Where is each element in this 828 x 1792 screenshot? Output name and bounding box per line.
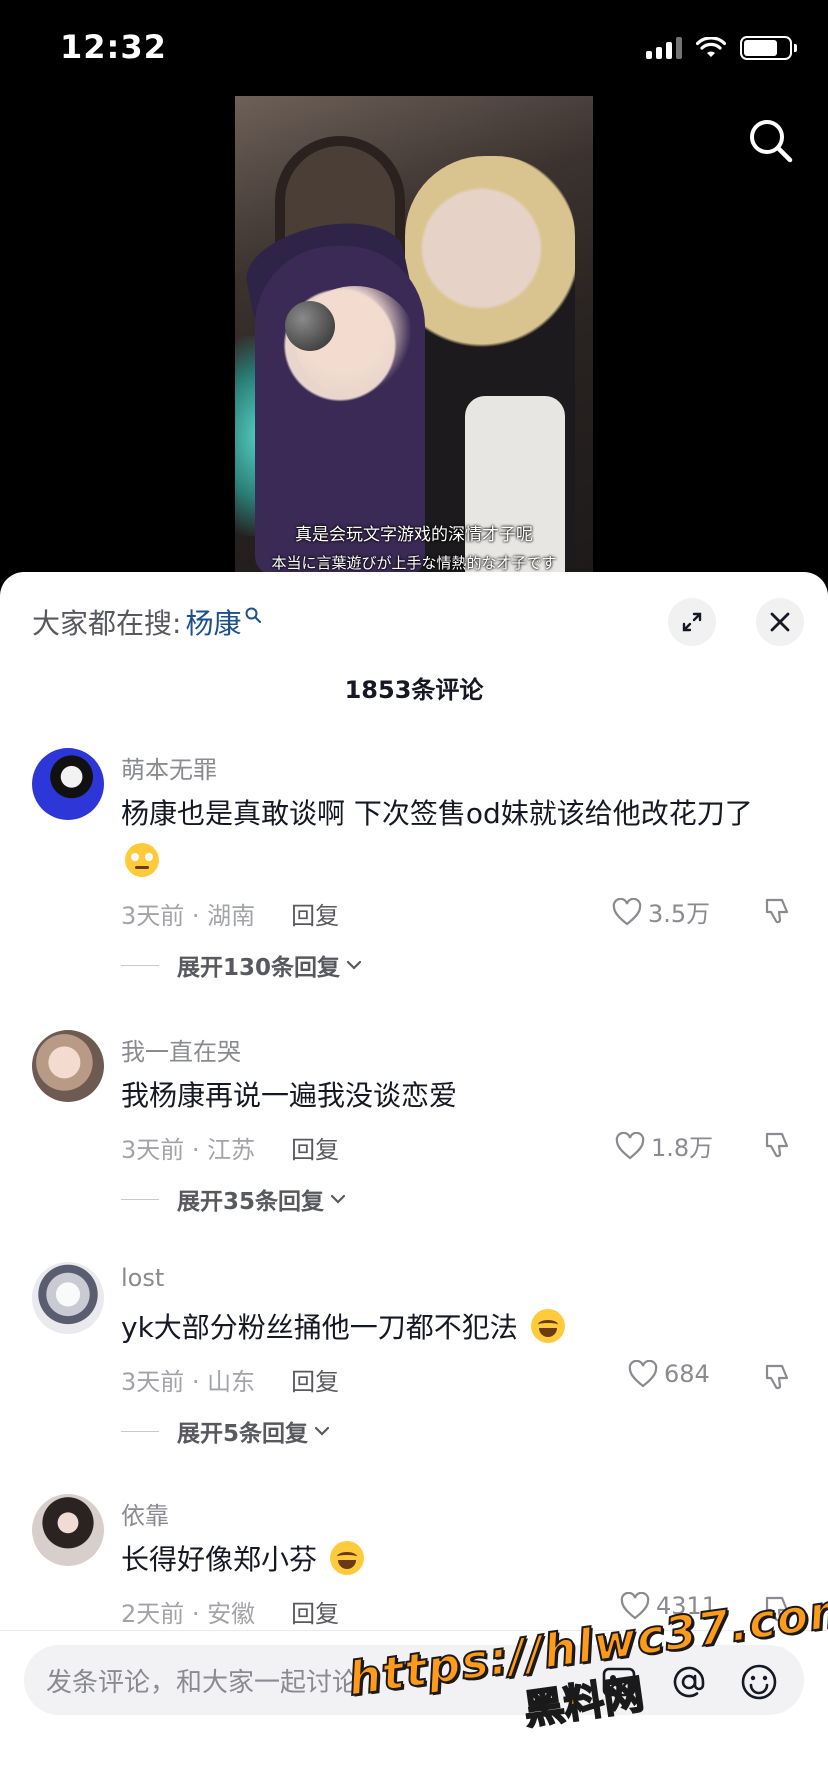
heart-icon [612,897,642,925]
dislike-icon[interactable] [762,1362,792,1392]
video-player[interactable]: 真是会玩文字游戏的深情才子呢 本当に言葉遊びが上手な情熱的な才子です [0,96,828,576]
reply-button[interactable]: 回复 [291,1594,339,1629]
expand-replies-label: 展开35条回复 [177,1189,325,1215]
avatar[interactable] [32,748,104,820]
close-icon [770,612,790,632]
comment-username[interactable]: lost [121,1264,164,1292]
avatar[interactable] [32,1262,104,1334]
like-button[interactable]: 684 [628,1360,710,1388]
comment-text: 杨康也是真敢谈啊 下次签售od妹就该给他改花刀了 [121,790,791,886]
dislike-icon[interactable] [762,896,792,926]
comment-text-body: 我杨康再说一遍我没谈恋爱 [121,1079,458,1112]
avatar[interactable] [32,1494,104,1566]
like-button[interactable]: 3.5万 [612,894,710,929]
wifi-icon [696,37,726,57]
avatar[interactable] [32,1030,104,1102]
fullscreen-button[interactable] [668,598,716,646]
like-button[interactable]: 1.8万 [615,1128,713,1163]
image-icon[interactable] [600,1663,638,1701]
comment-time-location: 3天前 · 山东 [121,1368,256,1396]
expand-replies-label: 展开130条回复 [177,955,341,981]
small-search-icon [245,607,262,623]
expand-icon [682,612,702,632]
comment-text: yk大部分粉丝捅他一刀都不犯法 [121,1304,791,1352]
expand-replies-button[interactable]: 展开35条回复 [121,1182,346,1216]
hot-search-link[interactable]: 大家都在搜: 杨康 [32,602,262,642]
input-actions [600,1663,778,1701]
comment-input-bar: 发条评论，和大家一起讨论 [0,1630,828,1792]
heart-icon [628,1360,658,1388]
search-icon[interactable] [746,116,794,164]
battery-icon [740,36,797,60]
comment-text-body: 杨康也是真敢谈啊 下次签售od妹就该给他改花刀了 [121,797,753,830]
cellular-signal-icon [646,37,682,59]
comment-username[interactable]: 萌本无罪 [121,750,217,785]
status-bar: 12:32 [0,0,828,96]
like-count: 1.8万 [651,1134,714,1162]
comment-text: 长得好像郑小芬 [121,1536,791,1584]
comment-username[interactable]: 依靠 [121,1496,169,1531]
expand-replies-label: 展开5条回复 [177,1421,309,1447]
comment-time-location: 3天前 · 湖南 [121,902,256,930]
like-button[interactable]: 4311 [620,1592,717,1620]
video-subtitle-chinese: 真是会玩文字游戏的深情才子呢 [295,525,533,545]
video-subtitle-japanese: 本当に言葉遊びが上手な情熱的な才子です [271,554,557,572]
comment-time-location: 3天前 · 江苏 [121,1136,256,1164]
comment-text-body: 长得好像郑小芬 [121,1543,318,1576]
panel-header: 大家都在搜: 杨康 [0,572,828,652]
like-count: 3.5万 [648,900,711,928]
at-icon[interactable] [670,1663,708,1701]
status-time: 12:32 [60,28,167,66]
chevron-down-icon [330,1194,346,1204]
heart-icon [615,1131,645,1159]
reply-button[interactable]: 回复 [291,1362,339,1397]
comment-meta: 3天前 · 湖南 回复 [121,896,339,931]
chevron-down-icon [314,1426,330,1436]
rolling-eyes-emoji-icon [125,843,159,877]
expand-replies-button[interactable]: 展开130条回复 [121,948,362,982]
comment-meta: 3天前 · 江苏 回复 [121,1130,339,1165]
hot-search-prefix: 大家都在搜: [32,607,182,640]
comment-count: 1853条评论 [344,676,484,704]
heart-icon [620,1592,650,1620]
chevron-down-icon [346,960,362,970]
video-frame[interactable]: 真是会玩文字游戏的深情才子呢 本当に言葉遊びが上手な情熱的な才子です [235,96,593,576]
comment-meta: 2天前 · 安徽 回复 [121,1594,339,1629]
comment-time-location: 2天前 · 安徽 [121,1600,256,1628]
comment-meta: 3天前 · 山东 回复 [121,1362,339,1397]
reply-button[interactable]: 回复 [291,1130,339,1165]
status-icons [646,36,797,60]
reply-button[interactable]: 回复 [291,896,339,931]
comment-text-body: yk大部分粉丝捅他一刀都不犯法 [121,1311,518,1344]
comment-username[interactable]: 我一直在哭 [121,1032,241,1067]
like-count: 684 [664,1360,710,1388]
dislike-icon[interactable] [762,1130,792,1160]
close-button[interactable] [756,598,804,646]
tears-of-joy-emoji-icon [329,1541,364,1575]
comment-input-placeholder: 发条评论，和大家一起讨论 [46,1667,359,1698]
tears-of-joy-emoji-icon [530,1309,565,1343]
like-count: 4311 [656,1592,718,1620]
expand-replies-button[interactable]: 展开5条回复 [121,1414,330,1448]
hot-search-keyword[interactable]: 杨康 [185,602,241,642]
comment-text: 我杨康再说一遍我没谈恋爱 [121,1072,791,1120]
emoji-icon[interactable] [740,1663,778,1701]
dislike-icon[interactable] [762,1594,792,1624]
